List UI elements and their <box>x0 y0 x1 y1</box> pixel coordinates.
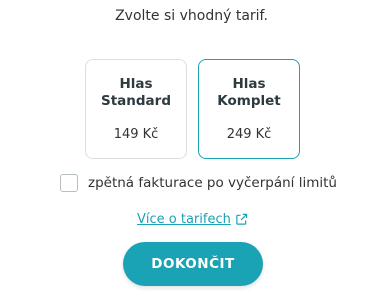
external-link-icon <box>236 213 248 225</box>
finish-button[interactable]: DOKONČIT <box>123 242 263 286</box>
tariff-price: 149 Kč <box>113 127 159 142</box>
prompt-text: Zvolte si vhodný tarif. <box>115 8 268 24</box>
tariff-card-standard[interactable]: Hlas Standard 149 Kč <box>85 59 187 159</box>
retro-billing-option[interactable]: zpětná fakturace po vyčerpání limitů <box>60 173 337 193</box>
tariff-price: 249 Kč <box>226 127 272 142</box>
retro-billing-checkbox[interactable] <box>60 174 78 192</box>
tariff-name: Hlas Standard <box>86 76 186 110</box>
retro-billing-label: zpětná fakturace po vyčerpání limitů <box>88 175 337 191</box>
tariff-name-line2: Standard <box>101 93 171 109</box>
tariff-selection-page: Zvolte si vhodný tarif. Hlas Standard 14… <box>0 0 383 301</box>
more-link-label: Více o tarifech <box>137 212 231 227</box>
tariff-name-line1: Hlas Komplet <box>217 76 281 109</box>
tariff-name-line1: Hlas <box>119 76 153 92</box>
tariff-card-komplet[interactable]: Hlas Komplet 249 Kč <box>198 59 300 159</box>
tariff-name: Hlas Komplet <box>199 76 299 110</box>
more-about-tariffs-link[interactable]: Více o tarifech <box>137 212 248 227</box>
